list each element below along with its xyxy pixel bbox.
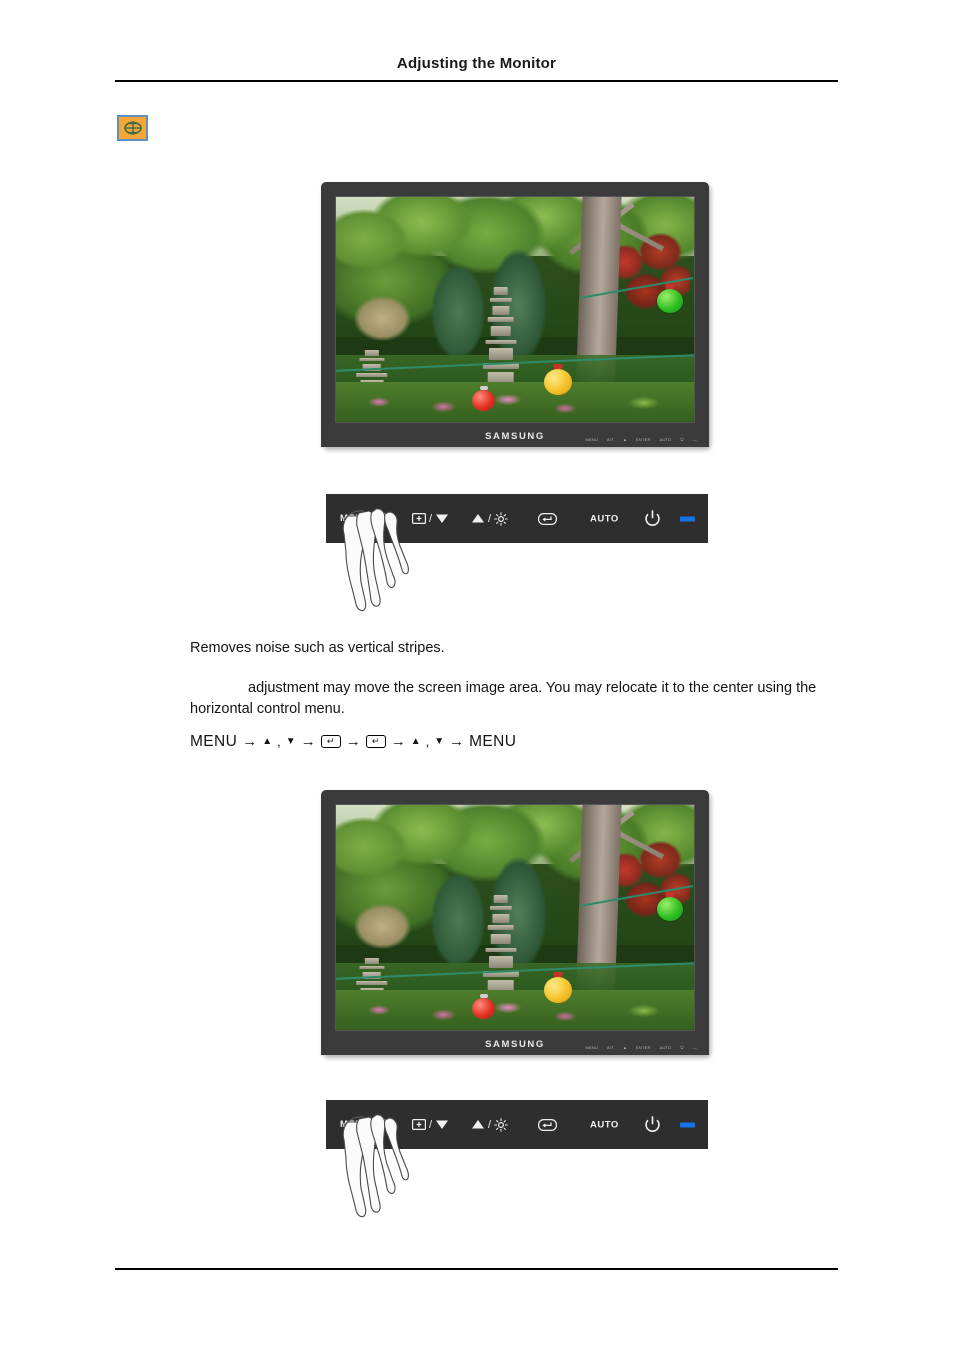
bezel-label-up: ▲ xyxy=(622,437,628,442)
menu-button[interactable]: MENU / xyxy=(340,512,395,525)
power-icon xyxy=(644,1115,661,1134)
nav-enter-key-2: ↵ xyxy=(365,735,386,748)
brightness-sun-icon xyxy=(494,1117,508,1132)
nav-arrow-2: → xyxy=(300,733,316,750)
menu-button-label: MENU xyxy=(340,1119,370,1130)
nav-comma-2: , xyxy=(425,734,430,749)
screen-flowerbed xyxy=(336,989,694,1030)
screen-lantern-yellow xyxy=(543,369,572,395)
triangle-down-icon xyxy=(435,1119,449,1130)
enter-key-icon xyxy=(538,1118,557,1131)
footer-divider xyxy=(115,1268,838,1270)
menu-separator: / xyxy=(372,1118,377,1131)
description-removes-noise: Removes noise such as vertical stripes. xyxy=(190,640,445,656)
power-button[interactable] xyxy=(644,509,661,528)
bezel-label-at: A/T xyxy=(607,1045,614,1050)
nav-arrow-1: → xyxy=(242,733,258,750)
monitor-screen xyxy=(335,196,695,423)
bezel-label-at: A/T xyxy=(607,437,614,442)
screen-lantern-red xyxy=(472,997,496,1019)
led-indicator xyxy=(680,1122,695,1127)
source-down-button[interactable]: / xyxy=(412,513,449,525)
description-note: adjustment may move the screen image are… xyxy=(190,680,817,717)
nav-arrow-3: → xyxy=(345,733,361,750)
enter-key-icon xyxy=(538,512,557,525)
bezel-control-labels: MENU A/T ▲ ENTER AUTO ⏻ — xyxy=(585,1046,697,1050)
source-separator: / xyxy=(429,512,433,525)
monitor-screen xyxy=(335,804,695,1031)
triangle-up-icon xyxy=(471,1119,485,1130)
source-icon xyxy=(412,1119,426,1130)
monitor-illustration-bottom: SAMSUNG MENU A/T ▲ ENTER AUTO ⏻ — xyxy=(321,790,709,1055)
auto-button[interactable]: AUTO xyxy=(590,1119,619,1130)
source-down-button[interactable]: / xyxy=(412,1119,449,1131)
nav-triangle-up-2: ▲ xyxy=(410,735,421,747)
enter-button[interactable] xyxy=(538,512,557,525)
osd-control-panel-bottom: MENU / / / AUTO xyxy=(326,1100,708,1149)
nav-comma-1: , xyxy=(277,734,281,749)
bezel-label-auto: AUTO xyxy=(659,1045,672,1050)
coarse-adjust-icon xyxy=(117,115,148,141)
power-led xyxy=(680,1122,695,1127)
bezel-label-led: — xyxy=(692,1045,697,1050)
bezel-control-labels: MENU A/T ▲ ENTER AUTO ⏻ — xyxy=(585,438,697,442)
osd-window-icon xyxy=(379,1119,395,1130)
power-button[interactable] xyxy=(644,1115,661,1134)
source-icon xyxy=(412,513,426,524)
screen-maple-left xyxy=(343,886,422,967)
osd-window-icon xyxy=(379,513,395,524)
nav-triangle-down-1: ▼ xyxy=(285,735,296,747)
bezel-label-led: — xyxy=(692,437,697,442)
enter-button[interactable] xyxy=(538,1118,557,1131)
menu-navigation-path: MENU → ▲ , ▼ → ↵ → ↵ → ▲ , ▼ → MENU xyxy=(190,731,850,752)
triangle-down-icon xyxy=(435,513,449,524)
monitor-bottom-bezel: SAMSUNG MENU A/T ▲ ENTER AUTO ⏻ — xyxy=(321,425,709,447)
menu-button-label: MENU xyxy=(340,513,370,524)
screen-lantern-yellow xyxy=(543,977,572,1003)
page-header: Adjusting the Monitor xyxy=(115,55,838,82)
brightness-sun-icon xyxy=(494,511,508,526)
nav-arrow-5: → xyxy=(449,733,465,750)
nav-menu-end: MENU xyxy=(469,733,517,750)
menu-separator: / xyxy=(372,512,377,525)
brightness-separator: / xyxy=(488,1118,492,1131)
bezel-label-auto: AUTO xyxy=(659,437,672,442)
nav-arrow-4: → xyxy=(390,733,406,750)
nav-triangle-up-1: ▲ xyxy=(262,735,273,747)
triangle-up-icon xyxy=(471,513,485,524)
screen-lantern-red xyxy=(472,389,496,411)
screen-flowerbed xyxy=(336,381,694,422)
monitor-illustration-top: SAMSUNG MENU A/T ▲ ENTER AUTO ⏻ — xyxy=(321,182,709,447)
header-divider xyxy=(115,80,838,82)
brightness-separator: / xyxy=(488,512,492,525)
page-title: Adjusting the Monitor xyxy=(396,55,557,72)
monitor-bottom-bezel: SAMSUNG MENU A/T ▲ ENTER AUTO ⏻ — xyxy=(321,1033,709,1055)
bezel-label-power: ⏻ xyxy=(680,437,684,442)
samsung-logo: SAMSUNG xyxy=(485,430,545,442)
power-icon xyxy=(644,509,661,528)
screen-maple-left xyxy=(343,278,422,359)
source-separator: / xyxy=(429,1118,433,1131)
brightness-up-button[interactable]: / xyxy=(471,1117,508,1132)
nav-menu-start: MENU xyxy=(190,733,238,750)
bezel-label-menu: MENU xyxy=(585,437,599,442)
bezel-label-menu: MENU xyxy=(585,1045,599,1050)
bezel-label-enter: ENTER xyxy=(636,1045,651,1050)
osd-control-panel-top: MENU / / / AUTO xyxy=(326,494,708,543)
nav-enter-key-1: ↵ xyxy=(320,735,341,748)
brightness-up-button[interactable]: / xyxy=(471,511,508,526)
bezel-label-enter: ENTER xyxy=(636,437,651,442)
auto-button[interactable]: AUTO xyxy=(590,513,619,524)
samsung-logo: SAMSUNG xyxy=(485,1038,545,1050)
auto-button-label: AUTO xyxy=(590,1119,619,1130)
menu-button[interactable]: MENU / xyxy=(340,1118,395,1131)
bezel-label-power: ⏻ xyxy=(680,1045,684,1050)
led-indicator xyxy=(680,516,695,521)
nav-triangle-down-2: ▼ xyxy=(434,735,445,747)
bezel-label-up: ▲ xyxy=(622,1045,628,1050)
power-led xyxy=(680,516,695,521)
auto-button-label: AUTO xyxy=(590,513,619,524)
